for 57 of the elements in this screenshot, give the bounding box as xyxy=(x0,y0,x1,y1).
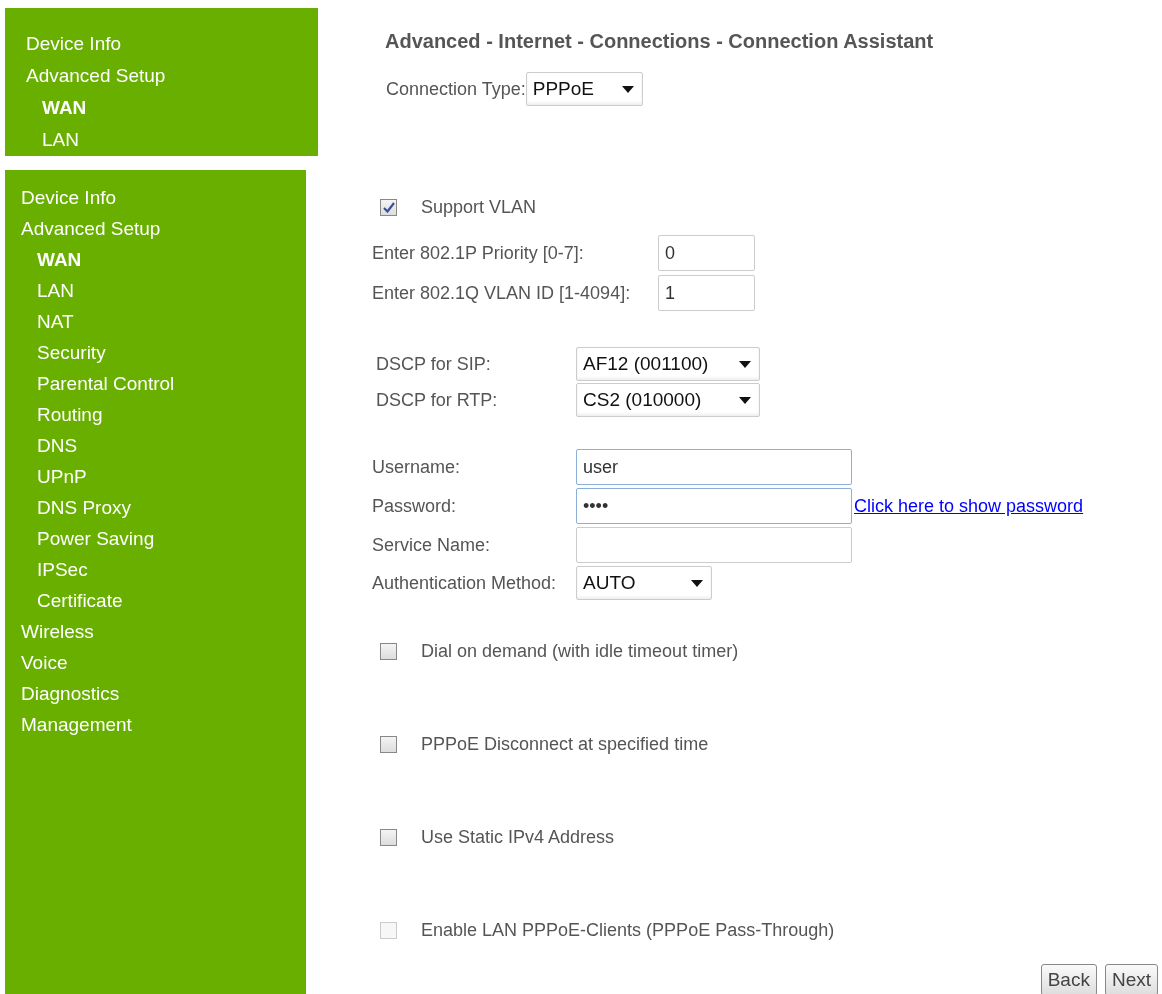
menu-item[interactable]: Power Saving xyxy=(37,523,155,554)
text-field[interactable]: user xyxy=(576,449,852,485)
menu-item[interactable]: Advanced Setup xyxy=(21,213,161,244)
menu-item[interactable]: Certificate xyxy=(37,585,123,616)
show-password-link[interactable]: Click here to show password xyxy=(854,492,1084,520)
checkbox-label: Enable LAN PPPoE-Clients (PPPoE Pass-Through) xyxy=(421,919,835,942)
field-label: Password: xyxy=(372,494,458,518)
field-label: DSCP for RTP: xyxy=(376,388,499,412)
menu-item[interactable]: Advanced Setup xyxy=(26,60,166,92)
checkbox-label: PPPoE Disconnect at specified time xyxy=(421,733,709,756)
field-label: Enter 802.1Q VLAN ID [1-4094]: xyxy=(372,281,632,305)
checkbox[interactable] xyxy=(380,643,397,660)
menu-item[interactable]: WAN xyxy=(42,92,87,124)
menu-item[interactable]: UPnP xyxy=(37,461,87,492)
text-field[interactable]: 0 xyxy=(658,235,755,271)
caret-icon xyxy=(691,579,703,587)
text-field[interactable] xyxy=(576,527,852,563)
checkbox[interactable] xyxy=(380,199,397,216)
field-label: Username: xyxy=(372,455,462,479)
menu-item[interactable]: Wireless xyxy=(21,616,94,647)
menu-item[interactable]: Parental Control xyxy=(37,368,175,399)
field-label: DSCP for SIP: xyxy=(376,352,492,376)
page-title: Advanced - Internet - Connections - Connection Assistant xyxy=(385,29,935,54)
checkbox-label: Use Static IPv4 Address xyxy=(421,826,615,849)
menu-item[interactable]: NAT xyxy=(37,306,74,337)
menu-item[interactable]: Voice xyxy=(21,647,68,678)
caret-icon xyxy=(621,85,634,93)
text-field[interactable]: •••• xyxy=(576,488,852,524)
field-label: Authentication Method: xyxy=(372,571,558,595)
connection-type-dropdown[interactable]: PPPoE xyxy=(525,72,643,106)
menu-item[interactable]: Diagnostics xyxy=(21,678,120,709)
checkbox[interactable] xyxy=(380,736,397,753)
menu-item[interactable]: DNS Proxy xyxy=(37,492,131,523)
menu-item[interactable]: LAN xyxy=(37,275,74,306)
dscp-dropdown[interactable]: AF12 (001100) xyxy=(576,347,760,381)
menu-item[interactable]: Device Info xyxy=(21,182,117,213)
menu-item[interactable]: WAN xyxy=(37,244,82,275)
field-label: Connection Type: xyxy=(386,77,526,101)
form-button[interactable]: Back xyxy=(1040,964,1097,994)
checkbox[interactable] xyxy=(380,829,397,846)
menu-item[interactable]: Management xyxy=(21,709,132,740)
text-field[interactable]: 1 xyxy=(658,275,755,311)
menu-item[interactable]: Routing xyxy=(37,399,103,430)
menu-item[interactable]: DNS xyxy=(37,430,78,461)
field-label: Service Name: xyxy=(372,533,492,557)
checkbox-label: Support VLAN xyxy=(421,196,537,219)
menu-item[interactable]: IPSec xyxy=(37,554,88,585)
menu-item[interactable]: LAN xyxy=(42,124,79,156)
checkbox-label: Dial on demand (with idle timeout timer) xyxy=(421,640,739,663)
authentication-dropdown[interactable]: AUTO xyxy=(576,566,712,600)
field-label: Enter 802.1P Priority [0-7]: xyxy=(372,241,585,265)
menu-item[interactable]: Device Info xyxy=(26,28,122,60)
form-button[interactable]: Next xyxy=(1104,964,1158,994)
menu-item[interactable]: Security xyxy=(37,337,106,368)
caret-icon xyxy=(739,360,751,368)
caret-icon xyxy=(739,396,751,404)
dscp-dropdown[interactable]: CS2 (010000) xyxy=(576,383,760,417)
